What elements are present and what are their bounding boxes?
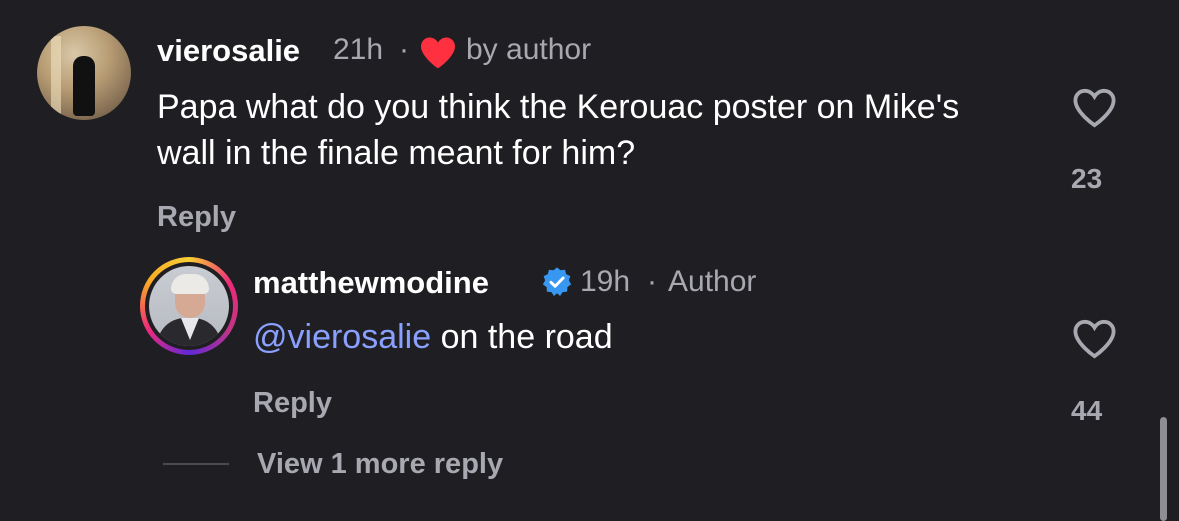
- scrollbar[interactable]: [1160, 417, 1167, 521]
- heart-filled-icon: [421, 37, 455, 69]
- meta-separator: ·: [399, 33, 409, 66]
- avatar-photo-figure: [73, 56, 95, 116]
- reply-time: 19h: [580, 265, 631, 298]
- heart-outline-icon[interactable]: [1071, 87, 1118, 129]
- like-count: 23: [1071, 163, 1103, 194]
- view-more-divider: [163, 463, 229, 465]
- mention-link[interactable]: @vierosalie: [253, 318, 431, 356]
- liked-by-author-label: by author: [466, 33, 592, 66]
- reply-text: @vierosalie on the road: [253, 314, 613, 360]
- comment-username[interactable]: vierosalie: [157, 33, 300, 69]
- reply-button[interactable]: Reply: [157, 201, 236, 234]
- reply-button[interactable]: Reply: [253, 387, 332, 420]
- avatar-matthewmodine-story-ring[interactable]: [140, 257, 238, 355]
- meta-separator: ·: [647, 265, 657, 298]
- reply-like-count: 44: [1071, 395, 1103, 426]
- avatar-photo-hair: [171, 274, 209, 294]
- comment-text: Papa what do you think the Kerouac poste…: [157, 88, 960, 172]
- verified-badge-icon: [542, 267, 572, 296]
- avatar-matthewmodine: [149, 266, 229, 346]
- reply-username[interactable]: matthewmodine: [253, 265, 489, 301]
- avatar-vierosalie[interactable]: [37, 26, 131, 120]
- comments-view: vierosalie 21h · by author Papa what do …: [0, 0, 1179, 521]
- view-more-replies-button[interactable]: View 1 more reply: [257, 448, 503, 481]
- avatar-photo-pillar: [51, 36, 61, 116]
- comment-time: 21h: [333, 33, 384, 66]
- author-badge: Author: [668, 265, 757, 298]
- heart-outline-icon[interactable]: [1071, 318, 1118, 360]
- reply-text-body: on the road: [431, 318, 613, 356]
